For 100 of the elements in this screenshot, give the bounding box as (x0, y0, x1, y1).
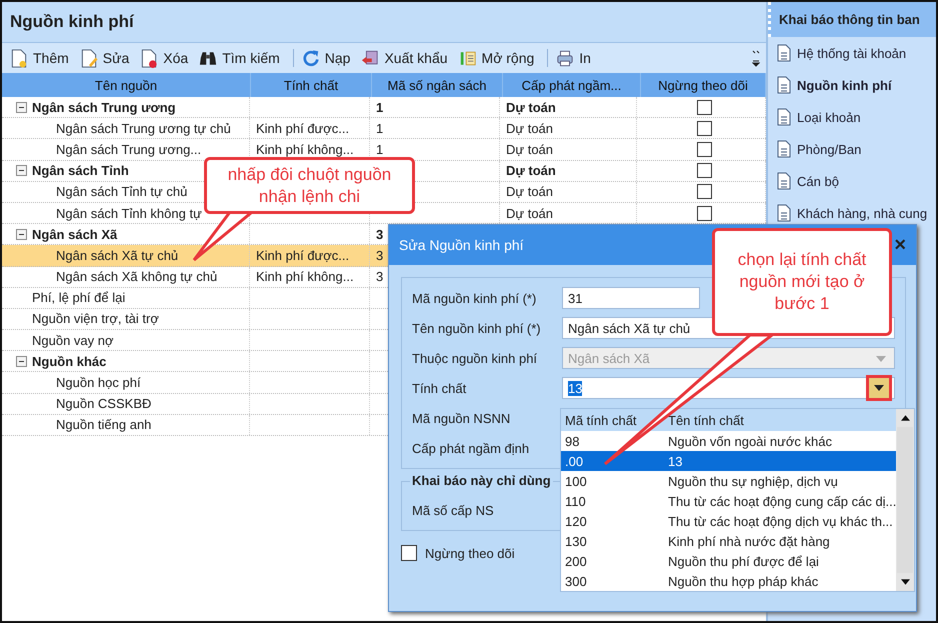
checkbox[interactable] (401, 545, 417, 561)
field-label: Thuộc nguồn kinh phí (412, 350, 538, 366)
column-header[interactable]: Cấp phát ngầm... (503, 73, 641, 97)
field-label: Cấp phát ngầm định (412, 440, 530, 456)
column-header[interactable]: Ngừng theo dõi (641, 73, 766, 97)
table-cell: Dự toán (506, 100, 556, 115)
list-row[interactable]: 100 Nguồn thu sự nghiệp, dịch vụ (561, 471, 896, 491)
printer-icon (556, 48, 574, 68)
table-cell: Kinh phí được... (256, 120, 350, 136)
list-row[interactable]: 120 Thu từ các hoạt động dịch vụ khác th... (561, 511, 896, 531)
column-header[interactable]: Mã tính chất (561, 412, 668, 428)
toolbar-button[interactable]: Xuất khẩu (359, 46, 455, 70)
field-label: Tên nguồn kinh phí (*) (412, 320, 542, 336)
list-row[interactable]: 98 Nguồn vốn ngoài nước khác (561, 431, 896, 451)
table-cell: Kinh phí được... (256, 248, 350, 263)
scrollbar[interactable] (896, 409, 914, 591)
export-icon (361, 48, 380, 68)
table-cell: 3 (376, 269, 384, 284)
checkbox-label: Ngừng theo dõi (425, 546, 515, 560)
checkbox[interactable] (696, 184, 712, 200)
overflow-icon[interactable] (752, 49, 760, 67)
refresh-icon (302, 48, 320, 68)
collapse-icon[interactable] (16, 356, 27, 367)
table-cell: 3 (376, 248, 384, 263)
source-name[interactable]: Nguồn tiếng anh (56, 417, 152, 432)
document-icon (777, 172, 791, 190)
source-name[interactable]: Nguồn học phí (56, 375, 141, 390)
toolbar-button[interactable]: Tìm kiếm (197, 46, 287, 70)
dropdown-button[interactable] (866, 375, 892, 401)
scroll-down-icon[interactable] (900, 579, 910, 585)
toolbar-button[interactable]: In (554, 46, 598, 70)
table-cell: Kinh phí không... (256, 142, 354, 157)
toolbar-button[interactable]: Nạp (300, 46, 358, 70)
table-cell: Dự toán (506, 206, 554, 221)
field-label: Tính chất (412, 380, 468, 396)
document-icon (777, 108, 791, 126)
toolbar-button[interactable]: Mở rộng (456, 46, 542, 70)
table-cell: 1 (376, 100, 384, 115)
checkbox[interactable] (696, 100, 712, 115)
source-name[interactable]: Phí, lệ phí để lại (32, 290, 126, 306)
checkbox[interactable] (696, 206, 712, 221)
source-name[interactable]: Ngân sách Tỉnh tự chủ (56, 184, 188, 200)
toolbar-button[interactable]: Xóa (138, 46, 196, 70)
sidebar-item[interactable]: Cán bộ (768, 165, 936, 197)
document-icon (777, 140, 791, 158)
source-name[interactable]: Ngân sách Tỉnh (32, 163, 129, 178)
scroll-up-icon[interactable] (900, 415, 910, 421)
source-name[interactable]: Ngân sách Xã tự chủ (56, 248, 178, 263)
toolbar-button[interactable]: Sửa (78, 46, 136, 70)
sidebar-item[interactable]: Khách hàng, nhà cung (768, 197, 936, 229)
sidebar-item[interactable]: Phòng/Ban (768, 133, 936, 165)
column-header[interactable]: Tính chất (251, 73, 372, 97)
collapse-icon[interactable] (16, 165, 27, 176)
source-name[interactable]: Ngân sách Xã không tự chủ (56, 269, 218, 284)
field-label: Mã số cấp NS (412, 502, 495, 518)
caret-icon (874, 385, 884, 391)
source-name[interactable]: Nguồn CSSKBĐ (56, 396, 152, 412)
combo-box[interactable]: 13 (562, 377, 895, 399)
source-name[interactable]: Nguồn khác (32, 354, 106, 369)
column-header[interactable]: Tên nguồn (2, 73, 251, 97)
list-row[interactable]: 110 Thu từ các hoạt động cung cấp các dị... (561, 491, 896, 511)
document-icon (777, 44, 791, 62)
collapse-icon[interactable] (16, 228, 27, 240)
column-header[interactable]: Mã số ngân sách (372, 73, 503, 97)
sidebar-item[interactable]: Nguồn kinh phí (768, 69, 936, 101)
new-document-icon (10, 48, 28, 68)
toolbar-button[interactable]: Thêm (8, 46, 76, 70)
input-field[interactable]: 31 (562, 287, 700, 309)
checkbox[interactable] (696, 163, 712, 178)
list-row[interactable]: 200 Nguồn thu phí được để lại (561, 551, 896, 571)
list-row[interactable]: .00 13 (561, 451, 896, 471)
list-row[interactable]: 300 Nguồn thu hợp pháp khác (561, 571, 896, 591)
table-cell: 3 (376, 226, 384, 242)
sidebar-item[interactable]: Loại khoản (768, 101, 936, 133)
table-cell: Dự toán (506, 120, 554, 136)
source-name[interactable]: Ngân sách Xã (32, 226, 118, 242)
checkbox[interactable] (696, 120, 712, 136)
dialog-title: Sửa Nguồn kinh phí (399, 237, 524, 253)
source-name[interactable]: Ngân sách Trung ương... (56, 142, 202, 157)
table-cell: 1 (376, 142, 384, 157)
source-name[interactable]: Ngân sách Tỉnh không tự (56, 206, 202, 221)
field-label: Mã nguồn kinh phí (*) (412, 290, 538, 306)
group-title: Khai báo này chỉ dùng (410, 473, 553, 488)
source-name[interactable]: Nguồn vay nợ (32, 332, 114, 348)
callout: chọn lại tính chất nguồn mới tạo ở bước 1 (712, 228, 892, 336)
sidebar-title: Khai báo thông tin ban (768, 2, 936, 37)
source-name[interactable]: Ngân sách Trung ương (32, 100, 176, 115)
close-button[interactable]: × (894, 234, 906, 256)
column-header[interactable]: Tên tính chất (668, 412, 744, 428)
document-delete-icon (140, 48, 158, 68)
source-name[interactable]: Nguồn viện trợ, tài trợ (32, 311, 159, 326)
panel-title: Nguồn kinh phí (2, 2, 766, 43)
collapse-icon[interactable] (16, 102, 27, 113)
field-label: Mã nguồn NSNN (412, 410, 512, 426)
list-row[interactable]: 130 Kinh phí nhà nước đặt hàng (561, 531, 896, 551)
checkbox[interactable] (696, 142, 712, 157)
document-edit-icon (80, 48, 98, 68)
sidebar-item[interactable]: Hệ thống tài khoản (768, 37, 936, 69)
source-name[interactable]: Ngân sách Trung ương tự chủ (56, 120, 231, 136)
table-cell: Kinh phí không... (256, 269, 354, 284)
